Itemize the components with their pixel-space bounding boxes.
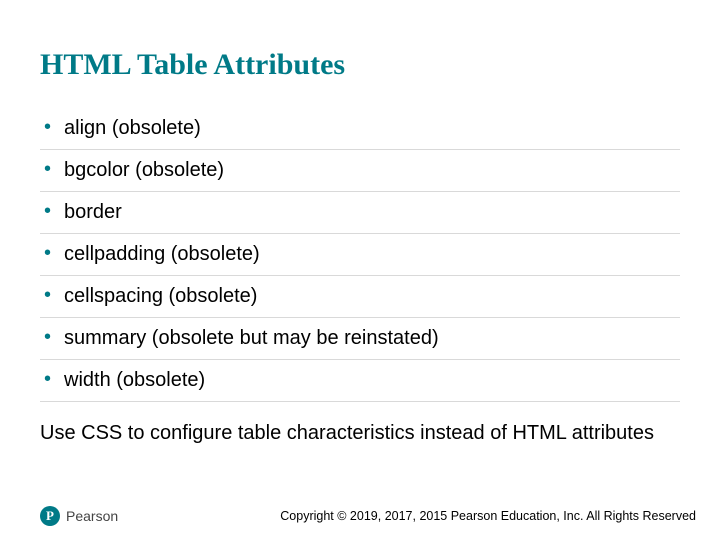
slide: HTML Table Attributes align (obsolete) b… [0,0,720,540]
list-item: cellpadding (obsolete) [40,234,680,276]
brand-name: Pearson [66,508,118,524]
list-item: width (obsolete) [40,360,680,402]
list-item: cellspacing (obsolete) [40,276,680,318]
brand: P Pearson [40,506,118,526]
bullet-list: align (obsolete) bgcolor (obsolete) bord… [40,108,680,402]
list-item: align (obsolete) [40,108,680,150]
pearson-logo-icon: P [40,506,60,526]
slide-title: HTML Table Attributes [40,48,680,82]
list-item: summary (obsolete but may be reinstated) [40,318,680,360]
list-item: bgcolor (obsolete) [40,150,680,192]
copyright-text: Copyright © 2019, 2017, 2015 Pearson Edu… [280,509,696,523]
note-text: Use CSS to configure table characteristi… [40,416,680,447]
footer: P Pearson Copyright © 2019, 2017, 2015 P… [40,506,696,526]
list-item: border [40,192,680,234]
